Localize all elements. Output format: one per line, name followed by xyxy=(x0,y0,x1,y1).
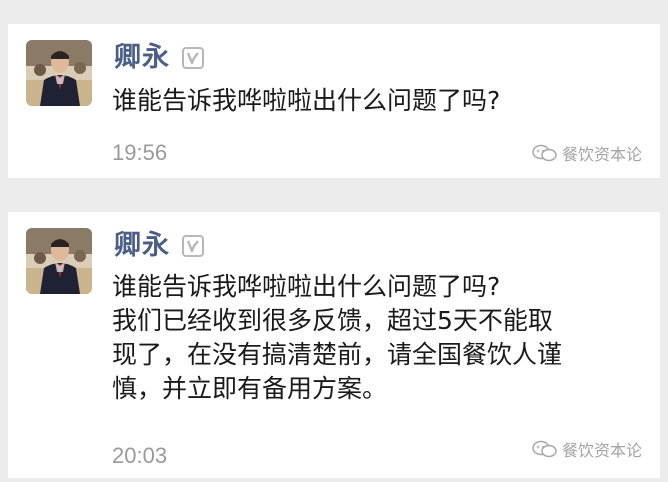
timestamp: 20:03 xyxy=(112,443,168,468)
vip-badge-icon xyxy=(182,46,204,69)
timestamp: 19:56 xyxy=(112,140,168,165)
message-line: 现了，在没有搞清楚前，请全国餐饮人谨 xyxy=(112,340,563,369)
avatar[interactable] xyxy=(26,228,92,294)
watermark: 餐饮资本论 xyxy=(532,141,642,165)
message-line: 谁能告诉我哗啦啦出什么问题了吗? xyxy=(112,86,501,115)
message-line: 我们已经收到很多反馈，超过5天不能取 xyxy=(112,306,553,335)
post-card: 卿永 谁能告诉我哗啦啦出什么问题了吗? 19:56 餐饮资本论 xyxy=(8,24,660,178)
watermark-text: 餐饮资本论 xyxy=(561,145,642,164)
wechat-logo-icon xyxy=(532,440,557,458)
wechat-logo-icon xyxy=(532,144,557,162)
author-name[interactable]: 卿永 xyxy=(114,44,170,71)
watermark-text: 餐饮资本论 xyxy=(561,441,642,460)
author-name[interactable]: 卿永 xyxy=(114,232,170,259)
message-text: 谁能告诉我哗啦啦出什么问题了吗? 我们已经收到很多反馈，超过5天不能取 现了，在… xyxy=(112,270,632,406)
author-row: 卿永 xyxy=(114,44,204,71)
author-row: 卿永 xyxy=(114,232,204,259)
vip-badge-icon xyxy=(182,234,204,257)
message-line: 慎，并立即有备用方案。 xyxy=(112,374,388,403)
message-line: 谁能告诉我哗啦啦出什么问题了吗? xyxy=(112,272,501,301)
watermark: 餐饮资本论 xyxy=(532,437,642,461)
post-card: 卿永 谁能告诉我哗啦啦出什么问题了吗? 我们已经收到很多反馈，超过5天不能取 现… xyxy=(8,212,660,478)
message-text: 谁能告诉我哗啦啦出什么问题了吗? xyxy=(112,84,632,118)
avatar[interactable] xyxy=(26,40,92,106)
